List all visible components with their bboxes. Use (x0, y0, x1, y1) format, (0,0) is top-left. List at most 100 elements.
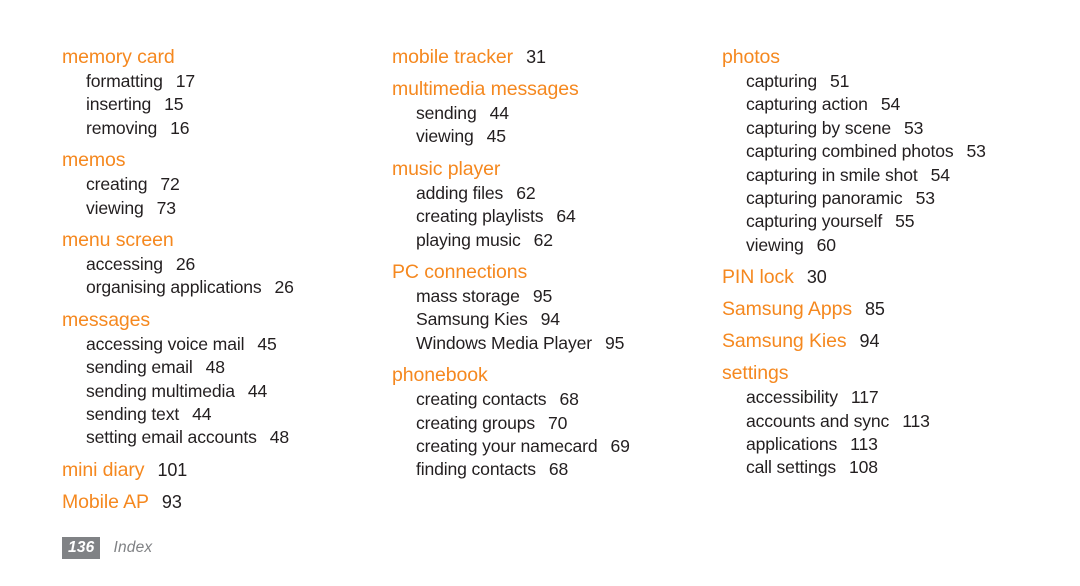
index-sub-entry-label: adding files (416, 182, 504, 203)
index-sub-entry[interactable]: Samsung Kies 94 (392, 308, 722, 331)
index-sub-entry[interactable]: creating groups 70 (392, 412, 722, 435)
index-sub-entry[interactable]: call settings 108 (722, 456, 1052, 479)
index-heading-page-number: 31 (526, 47, 546, 67)
index-entry-group: mobile tracker 31 (392, 45, 722, 70)
index-sub-entry[interactable]: sending text 44 (62, 403, 392, 426)
index-heading-term: Mobile AP (62, 490, 149, 513)
index-sub-entry[interactable]: creating your namecard 69 (392, 435, 722, 458)
index-sub-entry[interactable]: capturing by scene 53 (722, 117, 1052, 140)
index-sub-entry-label: viewing (416, 126, 474, 147)
index-sub-entry-page-number: 73 (156, 197, 176, 218)
index-sub-entry[interactable]: inserting 15 (62, 93, 392, 116)
index-sub-entry[interactable]: creating playlists 64 (392, 205, 722, 228)
index-sub-entry-label: sending email (86, 357, 193, 378)
index-sub-entry-page-number: 45 (486, 126, 506, 147)
index-sub-entry[interactable]: creating 72 (62, 173, 392, 196)
index-sub-entry-label: applications (746, 434, 838, 455)
index-heading[interactable]: settings (722, 361, 1052, 386)
page-number-badge: 136 (62, 537, 101, 559)
index-sub-entry-label: removing (86, 117, 158, 138)
index-sub-entry[interactable]: Windows Media Player 95 (392, 332, 722, 355)
index-heading[interactable]: mini diary 101 (62, 458, 392, 483)
index-sub-entry[interactable]: capturing panoramic 53 (722, 187, 1052, 210)
index-sub-entry[interactable]: accessibility 117 (722, 386, 1052, 409)
index-sub-entry-page-number: 68 (559, 389, 579, 410)
index-sub-entry[interactable]: organising applications 26 (62, 276, 392, 299)
index-heading[interactable]: mobile tracker 31 (392, 45, 722, 70)
index-sub-entry[interactable]: formatting 17 (62, 70, 392, 93)
index-heading[interactable]: memory card (62, 45, 392, 70)
index-sub-entry-page-number: 44 (247, 380, 268, 401)
index-sub-entry[interactable]: finding contacts 68 (392, 458, 722, 481)
index-sub-entry[interactable]: capturing action 54 (722, 93, 1052, 116)
index-columns: memory card formatting 17 inserting 15 removi… (62, 45, 1052, 522)
index-sub-entry[interactable]: sending email 48 (62, 356, 392, 379)
index-heading[interactable]: multimedia messages (392, 77, 722, 102)
index-sub-entry-label: formatting (86, 71, 163, 91)
index-heading-page-number: 93 (161, 491, 182, 512)
index-sub-entry[interactable]: viewing 60 (722, 234, 1052, 257)
index-sub-entry[interactable]: setting email accounts 48 (62, 426, 392, 449)
index-entry-group: Samsung Kies 94 (722, 329, 1052, 354)
index-sub-entry[interactable]: sending multimedia 44 (62, 380, 392, 403)
index-heading-term: mobile tracker (392, 46, 514, 68)
index-heading[interactable]: photos (722, 45, 1052, 70)
index-sub-entry-label: capturing panoramic (746, 188, 903, 209)
index-heading[interactable]: Samsung Apps 85 (722, 297, 1052, 322)
index-entry-group: phonebook creating contacts 68 creating gro… (392, 363, 722, 482)
index-heading-term: photos (722, 46, 780, 68)
index-sub-entry[interactable]: accounts and sync 113 (722, 410, 1052, 433)
index-entry-group: memory card formatting 17 inserting 15 removi… (62, 45, 392, 140)
index-sub-entry[interactable]: capturing 51 (722, 70, 1052, 93)
index-heading[interactable]: menu screen (62, 228, 392, 253)
index-sub-entry-label: creating contacts (416, 389, 547, 410)
index-sub-entry[interactable]: mass storage 95 (392, 285, 722, 308)
index-entry-group: PC connections mass storage 95 Samsung Kies… (392, 260, 722, 355)
index-sub-entry[interactable]: accessing 26 (62, 253, 392, 276)
index-heading[interactable]: PIN lock 30 (722, 265, 1052, 290)
index-sub-entry-label: playing music (416, 229, 521, 250)
index-heading-term: multimedia messages (392, 78, 579, 100)
index-entry-group: messages accessing voice mail 45 sending em… (62, 308, 392, 450)
index-sub-entry-label: setting email accounts (86, 427, 257, 448)
index-sub-entry[interactable]: playing music 62 (392, 229, 722, 252)
index-sub-entry-page-number: 16 (170, 117, 190, 138)
index-heading[interactable]: Samsung Kies 94 (722, 329, 1052, 354)
index-sub-entry-page-number: 45 (257, 333, 277, 354)
index-sub-entry-page-number: 70 (548, 412, 568, 433)
index-sub-entry[interactable]: capturing yourself 55 (722, 210, 1052, 233)
index-sub-entry-label: accounts and sync (746, 410, 890, 431)
index-heading[interactable]: PC connections (392, 260, 722, 285)
index-heading[interactable]: Mobile AP 93 (62, 490, 392, 515)
index-entry-group: Samsung Apps 85 (722, 297, 1052, 322)
index-sub-entry-label: accessibility (746, 387, 838, 408)
index-column: mobile tracker 31 multimedia messages sendi… (392, 45, 722, 482)
index-sub-entry[interactable]: creating contacts 68 (392, 388, 722, 411)
index-heading[interactable]: phonebook (392, 363, 722, 388)
index-sub-entry-label: capturing action (746, 94, 868, 115)
index-sub-entry[interactable]: viewing 45 (392, 125, 722, 148)
index-sub-entry-page-number: 113 (902, 410, 930, 431)
index-sub-entry[interactable]: sending 44 (392, 102, 722, 125)
index-heading[interactable]: memos (62, 148, 392, 173)
index-heading[interactable]: messages (62, 308, 392, 333)
index-entry-group: memos creating 72 viewing 73 (62, 148, 392, 220)
index-sub-entry-label: capturing by scene (746, 117, 891, 138)
index-entry-group: photos capturing 51 capturing action 54 captu… (722, 45, 1052, 257)
index-sub-entry[interactable]: accessing voice mail 45 (62, 333, 392, 356)
index-sub-entry[interactable]: adding files 62 (392, 182, 722, 205)
index-sub-entry[interactable]: capturing in smile shot 54 (722, 164, 1052, 187)
index-heading[interactable]: music player (392, 157, 722, 182)
index-sub-entry-page-number: 68 (548, 459, 569, 480)
index-sub-entry-page-number: 113 (850, 434, 878, 455)
index-sub-entry-page-number: 17 (175, 71, 196, 91)
index-sub-entry[interactable]: removing 16 (62, 117, 392, 140)
index-sub-entry-label: accessing voice mail (86, 333, 245, 354)
index-heading-term: Samsung Kies (722, 330, 847, 353)
index-column: memory card formatting 17 inserting 15 removi… (62, 45, 392, 522)
index-heading-page-number: 85 (864, 299, 885, 320)
index-sub-entry[interactable]: applications 113 (722, 433, 1052, 456)
index-heading-page-number: 101 (157, 459, 188, 480)
index-sub-entry[interactable]: viewing 73 (62, 197, 392, 220)
index-sub-entry[interactable]: capturing combined photos 53 (722, 140, 1052, 163)
